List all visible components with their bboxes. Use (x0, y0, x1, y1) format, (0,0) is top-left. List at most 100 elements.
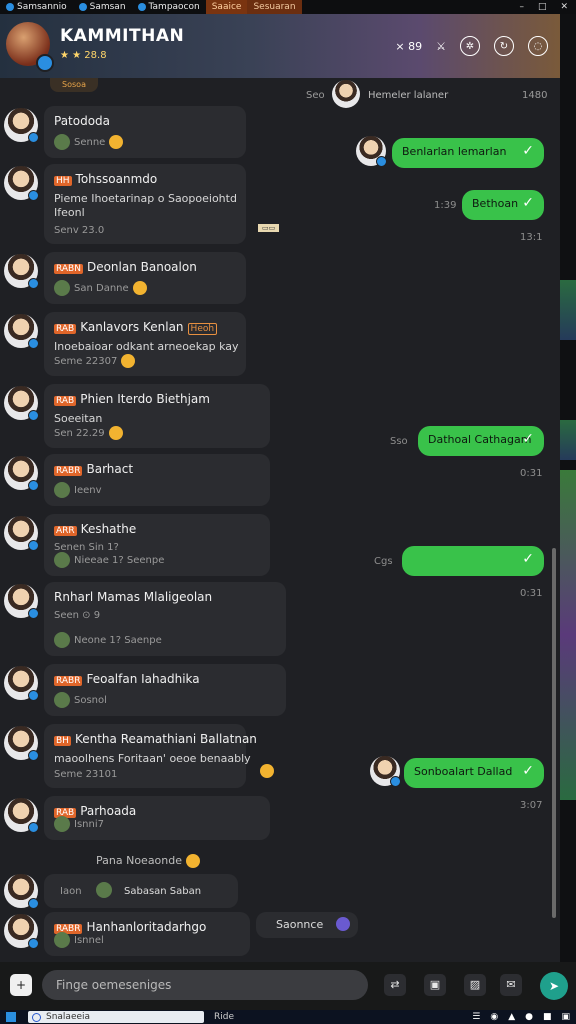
chat-subtitle: ★ ★ 28.8 (60, 50, 107, 61)
scrollbar[interactable] (552, 548, 556, 918)
message-bubble[interactable]: ARR Keshathe Senen Sin 1? Nieeae 1? Seenpe (44, 514, 270, 576)
tab-4[interactable]: Saaice (205, 0, 248, 14)
menu-icon[interactable]: ◌ (528, 36, 548, 56)
tray-icon[interactable]: ▣ (561, 1012, 570, 1022)
start-button[interactable] (6, 1012, 16, 1022)
close-button[interactable]: ✕ (560, 2, 568, 12)
avatar[interactable] (4, 254, 39, 289)
sender-name[interactable]: BH Kentha Reamathiani Ballatnan (54, 732, 257, 746)
sender-name[interactable]: RABN Deonlan Banoalon (54, 260, 197, 274)
sender-name[interactable]: Patododa (54, 114, 110, 128)
quoted-message[interactable]: Iaon Sabasan Saban (44, 874, 238, 908)
outgoing-bubble[interactable]: Benlarlan lemarlan ✓ (392, 138, 544, 168)
avatar[interactable] (4, 914, 39, 949)
message-bubble[interactable]: HH Tohssoanmdo Pieme Ihoetarinap o Saopoei… (44, 164, 246, 244)
attach-button[interactable]: + (10, 974, 32, 996)
sender-name[interactable]: RABR Barhact (54, 462, 133, 476)
tab-3[interactable]: Tampaocon (132, 0, 206, 14)
avatar[interactable] (332, 80, 360, 108)
sender-name[interactable]: RABR Feoalfan Iahadhika (54, 672, 200, 686)
image-icon[interactable]: ▣ (424, 974, 446, 996)
settings-icon[interactable]: ✲ (460, 36, 480, 56)
sticker-icon[interactable]: ▨ (464, 974, 486, 996)
pinned-text[interactable]: Hemeler lalaner (368, 90, 448, 101)
message-bubble[interactable]: RAB Phien Iterdo Biethjam Soeeitan Sen 22.2… (44, 384, 270, 448)
role-tag: BH (54, 736, 71, 746)
sender-name[interactable]: ARR Keshathe (54, 522, 136, 536)
avatar[interactable] (4, 874, 39, 909)
outgoing-bubble[interactable]: Dathoal Cathagam ✓ (418, 426, 544, 456)
sender-name[interactable]: Rnharl Mamas Mlaligeolan (54, 590, 212, 604)
side-thumbnail[interactable] (560, 280, 576, 340)
pinned-tag[interactable]: Sosoa (50, 78, 98, 92)
online-dot-icon (28, 132, 39, 143)
chat-title[interactable]: KAMMITHAN (60, 26, 184, 46)
avatar[interactable] (4, 516, 39, 551)
reaction-icon (54, 632, 70, 648)
outgoing-bubble[interactable]: Bethoan ✓ (462, 190, 544, 220)
message-meta-label: Isnni7 (74, 819, 104, 830)
message-bubble[interactable]: RABR Hanhanloritadarhgo Isnnel (44, 912, 250, 956)
tab-5[interactable]: Sesuaran (247, 0, 302, 14)
swap-icon[interactable]: ⇄ (384, 974, 406, 996)
minimize-button[interactable]: – (519, 2, 524, 12)
side-thumbnail[interactable] (560, 470, 576, 800)
online-dot-icon (28, 338, 39, 349)
message-bubble[interactable]: Patododa Senne (44, 106, 246, 158)
outgoing-bubble[interactable]: Sonboalart Dallad ✓ (404, 758, 544, 788)
tray-icon[interactable]: ■ (543, 1012, 552, 1022)
taskbar-item[interactable]: Ride (214, 1012, 234, 1022)
avatar[interactable] (4, 108, 39, 143)
sender-name[interactable]: RAB Kanlavors Kenlan Heoh (54, 320, 221, 335)
message-bubble[interactable]: RABR Feoalfan Iahadhika Sosnol (44, 664, 286, 716)
read-check-icon: ✓ (522, 763, 534, 779)
tray-icon[interactable]: ☰ (472, 1012, 480, 1022)
avatar[interactable] (4, 666, 39, 701)
search-label: Snalaeeia (46, 1012, 91, 1022)
reaction-icon (54, 280, 70, 296)
tray-icon[interactable]: ▲ (508, 1012, 515, 1022)
refresh-icon[interactable]: ↻ (494, 36, 514, 56)
mail-icon[interactable]: ✉ (500, 974, 522, 996)
message-bubble[interactable]: Rnharl Mamas Mlaligeolan Seen ⊙ 9 Neone 1?… (44, 582, 286, 656)
reaction-icon (54, 134, 70, 150)
message-bubble[interactable]: BH Kentha Reamathiani Ballatnan maoolhens … (44, 724, 257, 788)
avatar[interactable] (4, 584, 39, 619)
avatar[interactable] (4, 166, 39, 201)
sender-name[interactable]: RAB Phien Iterdo Biethjam (54, 392, 210, 406)
message-bubble[interactable]: RABR Barhact Ieenv (44, 454, 270, 506)
tray-icon[interactable]: ● (525, 1012, 533, 1022)
message-bubble[interactable]: RAB Kanlavors Kenlan Heoh Inoebaioar odkant… (44, 312, 246, 376)
message-bubble[interactable]: RABN Deonlan Banoalon San Danne (44, 252, 246, 304)
tray-icon[interactable]: ◉ (490, 1012, 498, 1022)
taskbar-search[interactable]: Snalaeeia (28, 1011, 204, 1023)
maximize-button[interactable]: □ (538, 2, 547, 12)
message-input[interactable] (42, 970, 368, 1000)
sender-name[interactable]: HH Tohssoanmdo (54, 172, 157, 186)
send-button[interactable]: ➤ (540, 972, 568, 1000)
tab-1[interactable]: Samsannio (0, 0, 73, 14)
avatar[interactable] (356, 136, 387, 167)
avatar[interactable] (4, 386, 39, 421)
emoji-icon (186, 854, 201, 868)
outgoing-bubble[interactable]: ✓ (402, 546, 544, 576)
tab-2[interactable]: Samsan (73, 0, 132, 14)
message-bubble[interactable]: RAB Parhoada Isnni7 (44, 796, 270, 840)
online-dot-icon (28, 938, 39, 949)
avatar[interactable] (4, 314, 39, 349)
avatar[interactable] (4, 456, 39, 491)
side-thumbnail[interactable] (560, 420, 576, 460)
tab-icon (6, 3, 14, 11)
avatar[interactable] (4, 726, 39, 761)
message-time: 3:07 (520, 800, 543, 811)
message-meta: Sen 22.29 (54, 426, 123, 440)
tab-label: Saaice (211, 2, 242, 12)
reaction-chip[interactable]: Saonnce (256, 912, 358, 938)
avatar[interactable] (4, 798, 39, 833)
message-time: 0:31 (520, 468, 543, 479)
message-meta: Neone 1? Saenpe (54, 632, 162, 648)
sword-icon[interactable]: ⚔ (436, 40, 446, 53)
quoted-label: Iaon (60, 886, 82, 897)
avatar[interactable] (370, 756, 401, 787)
emoji-icon (336, 917, 350, 931)
